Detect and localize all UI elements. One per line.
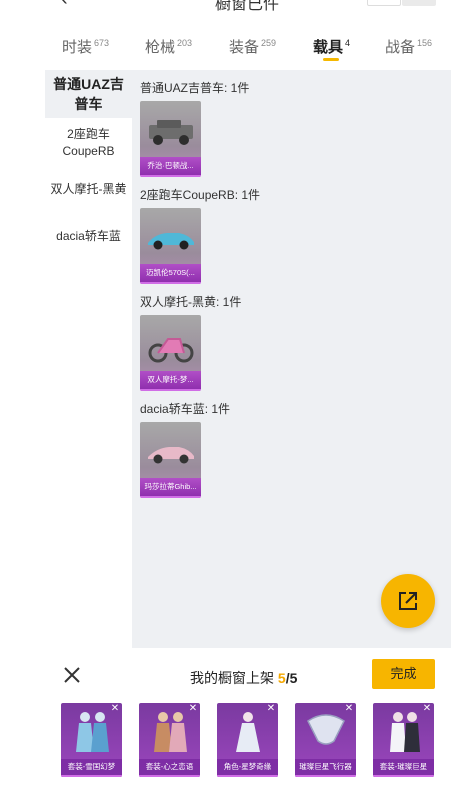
vehicle-card[interactable]: 迈凯伦570S(... bbox=[140, 208, 201, 284]
top-action-button-2[interactable] bbox=[402, 0, 436, 6]
group-label: 双人摩托-黑黄: 1件 bbox=[140, 295, 242, 309]
card-caption: 双人摩托-梦... bbox=[140, 371, 201, 391]
jeep-icon bbox=[140, 107, 201, 157]
remove-icon[interactable]: ✕ bbox=[344, 704, 354, 714]
remove-icon[interactable]: ✕ bbox=[188, 704, 198, 714]
close-icon[interactable] bbox=[61, 664, 83, 686]
motorcycle-icon bbox=[140, 321, 201, 371]
share-button[interactable] bbox=[381, 574, 435, 628]
shelf-title: 我的橱窗上架 5/5 bbox=[190, 668, 297, 688]
item-list: 普通UAZ吉普车: 1件 乔治·巴顿战... 2座跑车CoupeRB: 1件 迈… bbox=[132, 70, 451, 648]
shelf-slot[interactable]: ✕ 套装-雪国幻梦 bbox=[61, 703, 122, 777]
share-out-icon bbox=[399, 592, 417, 610]
sidebar-item-motorbike[interactable]: 双人摩托-黑黄 bbox=[45, 181, 132, 198]
slot-caption: 璀璨巨星飞行器 bbox=[295, 759, 356, 777]
sidebar: 普通UAZ吉普车 2座跑车CoupeRB 双人摩托-黑黄 dacia轿车蓝 bbox=[45, 70, 132, 648]
slot-caption: 套装-心之恋语 bbox=[139, 759, 200, 777]
shelf-slot[interactable]: ✕ 角色-星梦奇缘 bbox=[217, 703, 278, 777]
card-caption: 乔治·巴顿战... bbox=[140, 157, 201, 177]
top-action-button[interactable] bbox=[367, 0, 401, 6]
tab-equipment[interactable]: 装备 259 bbox=[229, 36, 276, 57]
shelf-panel: 我的橱窗上架 5/5 完成 ✕ 套装-雪国幻梦 ✕ 套装-心之恋语 ✕ 角色-星… bbox=[45, 648, 451, 787]
sidebar-item-coupe[interactable]: 2座跑车CoupeRB bbox=[45, 126, 132, 160]
group-label: dacia轿车蓝: 1件 bbox=[140, 402, 231, 416]
top-bar: ‹ 橱窗已件 bbox=[45, 0, 451, 14]
group-label: 普通UAZ吉普车: 1件 bbox=[140, 81, 250, 95]
tab-supplies[interactable]: 战备 156 bbox=[385, 36, 432, 57]
shelf-slot[interactable]: ✕ 套装-心之恋语 bbox=[139, 703, 200, 777]
slot-caption: 角色-星梦奇缘 bbox=[217, 759, 278, 777]
vehicle-card[interactable]: 乔治·巴顿战... bbox=[140, 101, 201, 177]
sports-car-icon bbox=[140, 214, 201, 264]
shelf-total: 5 bbox=[289, 670, 298, 686]
vehicle-card[interactable]: 双人摩托-梦... bbox=[140, 315, 201, 391]
card-caption: 迈凯伦570S(... bbox=[140, 264, 201, 284]
shelf-count: 5 bbox=[277, 670, 286, 686]
sedan-icon bbox=[140, 428, 201, 478]
shelf-title-text: 我的橱窗上架 bbox=[190, 670, 274, 686]
group-label: 2座跑车CoupeRB: 1件 bbox=[140, 188, 261, 202]
done-button[interactable]: 完成 bbox=[372, 659, 435, 689]
remove-icon[interactable]: ✕ bbox=[266, 704, 276, 714]
vehicle-card[interactable]: 玛莎拉蒂Ghib... bbox=[140, 422, 201, 498]
sidebar-item-dacia[interactable]: dacia轿车蓝 bbox=[45, 228, 132, 245]
shelf-slot[interactable]: ✕ 套装-璀璨巨星 bbox=[373, 703, 434, 777]
remove-icon[interactable]: ✕ bbox=[110, 704, 120, 714]
page-title: 橱窗已件 bbox=[215, 0, 280, 13]
back-icon[interactable]: ‹ bbox=[61, 0, 68, 11]
slot-caption: 套装-璀璨巨星 bbox=[373, 759, 434, 777]
tab-guns[interactable]: 枪械 203 bbox=[145, 36, 192, 57]
category-tabs: 时装 673 枪械 203 装备 259 载具 4 战备 156 bbox=[45, 26, 451, 70]
tab-vehicles[interactable]: 载具 4 bbox=[313, 36, 350, 57]
slot-caption: 套装-雪国幻梦 bbox=[61, 759, 122, 777]
card-caption: 玛莎拉蒂Ghib... bbox=[140, 478, 201, 498]
sidebar-item-uaz[interactable]: 普通UAZ吉普车 bbox=[45, 70, 132, 118]
remove-icon[interactable]: ✕ bbox=[422, 704, 432, 714]
shelf-slot[interactable]: ✕ 璀璨巨星飞行器 bbox=[295, 703, 356, 777]
active-tab-indicator bbox=[323, 58, 339, 61]
tab-fashion[interactable]: 时装 673 bbox=[62, 36, 109, 57]
